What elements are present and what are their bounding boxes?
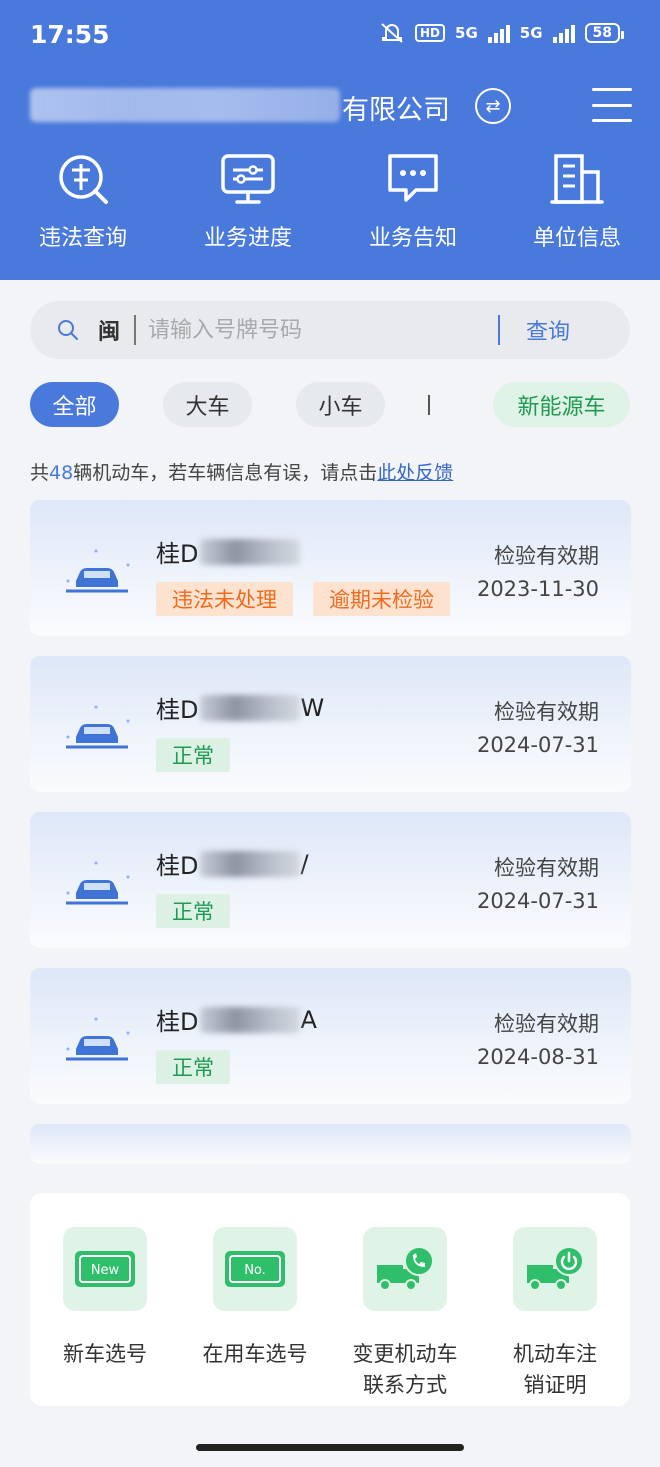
plate-redacted [200, 538, 301, 565]
vehicle-card[interactable]: 桂D A 正常 检验有效期 2024-08-31 [30, 968, 631, 1104]
mute-bell-icon [381, 23, 403, 43]
plate-number-input[interactable] [148, 317, 499, 343]
message-icon [383, 150, 443, 208]
network-label-2: 5G [519, 24, 543, 42]
violation-query-icon [53, 150, 113, 208]
expiry-date: 2023-11-30 [476, 577, 599, 601]
home-indicator[interactable] [196, 1444, 464, 1451]
plate-redacted [200, 850, 301, 877]
vehicle-count-notice: 共48辆机动车，若车辆信息有误，请点击此处反馈 [30, 462, 454, 484]
filter-divider [428, 395, 430, 415]
quick-action-label: 单位信息 [532, 226, 621, 251]
company-name-redacted [30, 88, 340, 122]
service-label: 新车选号 [63, 1342, 147, 1366]
vehicle-card-partial[interactable] [30, 1124, 631, 1164]
province-selector[interactable]: 闽 [98, 314, 120, 346]
service-deregistration-cert[interactable]: 机动车注 销证明 [480, 1227, 630, 1401]
plate-number-icon: No. [213, 1227, 297, 1311]
vehicle-card[interactable]: 桂D W 正常 检验有效期 2024-07-31 [30, 656, 631, 792]
expiry-date: 2024-07-31 [476, 733, 599, 757]
quick-action-label: 违法查询 [38, 226, 127, 251]
service-label: 联系方式 [363, 1373, 447, 1397]
filter-all[interactable]: 全部 [30, 382, 119, 427]
app-header: 17:55 HD 5G 5G 58 有限公司 ⇄ 违法查询 业务进度 业务告知 … [0, 0, 660, 280]
hd-badge: HD [415, 24, 446, 42]
search-button[interactable]: 查询 [526, 314, 570, 346]
car-icon [66, 549, 130, 593]
truck-cancel-icon [513, 1227, 597, 1311]
svg-text:No.: No. [244, 1263, 266, 1278]
service-label: 销证明 [523, 1373, 587, 1397]
monitor-progress-icon [218, 150, 278, 208]
plate-redacted [200, 694, 301, 721]
battery-icon: 58 [584, 23, 625, 43]
plate-search-bar: 闽 查询 [30, 301, 630, 359]
swap-icon[interactable]: ⇄ [475, 88, 511, 124]
new-plate-icon: New [63, 1227, 147, 1311]
vehicle-card[interactable]: 桂D / 正常 检验有效期 2024-07-31 [30, 812, 631, 948]
quick-action-unit-info[interactable]: 单位信息 [512, 150, 642, 252]
menu-icon[interactable] [592, 88, 632, 122]
quick-action-label: 业务告知 [368, 226, 457, 251]
signal-icon-1 [487, 23, 510, 43]
building-icon [547, 150, 607, 208]
status-icons: HD 5G 5G 58 [379, 22, 625, 44]
company-name[interactable]: 有限公司 [342, 88, 450, 127]
signal-icon-2 [552, 23, 575, 43]
expiry-date: 2024-08-31 [476, 1045, 599, 1069]
search-icon [58, 320, 78, 340]
status-badge-normal: 正常 [156, 894, 230, 928]
services-panel: New 新车选号 No. 在用车选号 变更机动车联系方式 机动车注销证明 [30, 1193, 630, 1406]
service-change-contact[interactable]: 变更机动车 联系方式 [330, 1227, 480, 1401]
filter-small-vehicle[interactable]: 小车 [296, 382, 385, 427]
vehicle-count: 48 [49, 462, 74, 484]
expiry-date: 2024-07-31 [476, 889, 599, 913]
status-time: 17:55 [30, 20, 110, 49]
filter-new-energy[interactable]: 新能源车 [493, 382, 630, 427]
quick-action-label: 业务进度 [203, 226, 292, 251]
status-badge-overdue-inspection: 逾期未检验 [313, 582, 450, 616]
service-in-use-plate[interactable]: No. 在用车选号 [180, 1227, 330, 1370]
status-badge-normal: 正常 [156, 1050, 230, 1084]
service-label: 机动车注 [513, 1342, 597, 1366]
vehicle-card[interactable]: 桂D 违法未处理 逾期未检验 检验有效期 2023-11-30 [30, 500, 631, 636]
car-icon [66, 1017, 130, 1061]
expiry-label: 检验有效期 [494, 544, 599, 568]
plate-number: 桂D A [156, 1005, 317, 1037]
filter-large-vehicle[interactable]: 大车 [163, 382, 252, 427]
divider [134, 315, 137, 345]
plate-number: 桂D / [156, 849, 309, 881]
status-badge-violation: 违法未处理 [156, 582, 293, 616]
network-label-1: 5G [455, 24, 478, 42]
quick-action-notice[interactable]: 业务告知 [348, 150, 478, 252]
feedback-link[interactable]: 此处反馈 [377, 462, 453, 484]
divider [498, 315, 501, 345]
car-icon [66, 705, 130, 749]
status-badge-normal: 正常 [156, 738, 230, 772]
plate-redacted [200, 1006, 301, 1033]
quick-action-violation-query[interactable]: 违法查询 [18, 150, 148, 252]
expiry-label: 检验有效期 [494, 700, 599, 724]
svg-text:New: New [91, 1263, 120, 1278]
plate-number: 桂D W [156, 693, 325, 725]
service-label: 在用车选号 [202, 1342, 308, 1366]
service-new-car-plate[interactable]: New 新车选号 [30, 1227, 180, 1370]
truck-phone-icon [363, 1227, 447, 1311]
car-icon [66, 861, 130, 905]
plate-number: 桂D [156, 534, 301, 569]
expiry-label: 检验有效期 [494, 856, 599, 880]
service-label: 变更机动车 [352, 1342, 458, 1366]
expiry-label: 检验有效期 [494, 1012, 599, 1036]
quick-action-progress[interactable]: 业务进度 [183, 150, 313, 252]
